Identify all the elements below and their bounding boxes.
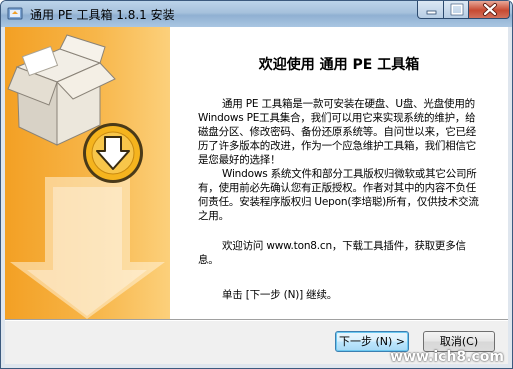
title-bar[interactable]: 通用 PE 工具箱 1.8.1 安装 [1, 1, 512, 27]
installer-window: 通用 PE 工具箱 1.8.1 安装 欢迎使用 通用 PE 工具箱 通用 PE … [0, 0, 513, 369]
intro-paragraph: 通用 PE 工具箱是一款可安装在硬盘、U盘、光盘使用的Windows PE工具集… [198, 98, 477, 166]
install-box-illustration [7, 34, 165, 319]
maximize-icon [450, 3, 464, 16]
welcome-banner [5, 27, 170, 319]
app-icon [7, 7, 23, 20]
minimize-button[interactable] [417, 1, 444, 19]
maximize-button[interactable] [443, 1, 469, 19]
welcome-content: 欢迎使用 通用 PE 工具箱 通用 PE 工具箱是一款可安装在硬盘、U盘、光盘使… [170, 27, 508, 319]
window-title: 通用 PE 工具箱 1.8.1 安装 [30, 8, 175, 22]
minimize-icon [426, 10, 437, 15]
continue-instruction: 单击 [下一步 (N)] 继续。 [222, 289, 338, 301]
site-watermark: www.ich8.com [390, 349, 504, 365]
installer-client-area: 欢迎使用 通用 PE 工具箱 通用 PE 工具箱是一款可安装在硬盘、U盘、光盘使… [5, 27, 508, 364]
close-button[interactable] [468, 1, 510, 19]
close-icon [483, 3, 497, 16]
welcome-heading: 欢迎使用 通用 PE 工具箱 [258, 57, 420, 73]
copyright-paragraph: Windows 系统文件和部分工具版权归微软或其它公司所有，使用前必先确认您有正… [198, 168, 479, 222]
website-paragraph: 欢迎访问 www.ton8.cn，下载工具插件，获取更多信息。 [198, 240, 466, 266]
download-arrow-icon [83, 123, 143, 183]
